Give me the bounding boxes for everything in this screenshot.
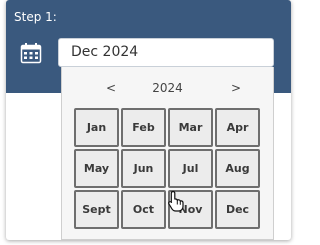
month-oct[interactable]: Oct xyxy=(121,190,166,229)
date-input[interactable]: Dec 2024 xyxy=(58,38,274,67)
month-dec[interactable]: Dec xyxy=(215,190,260,229)
month-feb[interactable]: Feb xyxy=(121,108,166,147)
date-picker-panel: Step 1: Dec 2024 2024 < > Jan Feb Mar Ap… xyxy=(6,0,291,240)
month-aug[interactable]: Aug xyxy=(215,149,260,188)
month-jul[interactable]: Jul xyxy=(168,149,213,188)
prev-year-button[interactable]: < xyxy=(106,81,116,95)
picker-nav: 2024 < > xyxy=(62,81,273,99)
month-apr[interactable]: Apr xyxy=(215,108,260,147)
month-nov[interactable]: Nov xyxy=(168,190,213,229)
month-mar[interactable]: Mar xyxy=(168,108,213,147)
step-label: Step 1: xyxy=(14,10,57,24)
month-picker: 2024 < > Jan Feb Mar Apr May Jun Jul Aug… xyxy=(61,67,274,240)
month-may[interactable]: May xyxy=(74,149,119,188)
calendar-icon[interactable] xyxy=(20,42,42,64)
month-grid: Jan Feb Mar Apr May Jun Jul Aug Sept Oct… xyxy=(74,108,262,239)
month-sept[interactable]: Sept xyxy=(74,190,119,229)
next-year-button[interactable]: > xyxy=(231,81,241,95)
month-jan[interactable]: Jan xyxy=(74,108,119,147)
year-label: 2024 xyxy=(152,81,183,95)
month-jun[interactable]: Jun xyxy=(121,149,166,188)
